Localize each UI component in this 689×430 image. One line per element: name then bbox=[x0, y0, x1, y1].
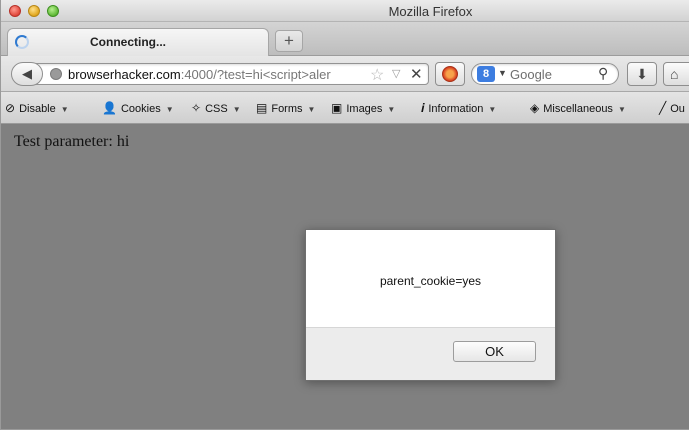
devbar-label: Forms bbox=[271, 103, 303, 115]
back-button[interactable]: ◀ bbox=[11, 62, 43, 86]
search-bar[interactable]: 8 ▼ Google ⚲ bbox=[471, 63, 619, 85]
information-icon: 𝒊 bbox=[421, 101, 425, 115]
devbar-outline[interactable]: ╱ Ou bbox=[659, 101, 685, 115]
tab-title: Connecting... bbox=[90, 35, 166, 49]
downloads-button[interactable]: ⬇ bbox=[627, 62, 657, 86]
dropdown-arrow-icon: ▼ bbox=[307, 105, 316, 114]
navigation-bar: browserhacker.com:4000/?test=hi<script>a… bbox=[1, 56, 689, 92]
dropdown-arrow-icon: ▼ bbox=[387, 105, 396, 114]
disable-icon: ⊘ bbox=[5, 101, 16, 115]
alert-dialog: parent_cookie=yes OK bbox=[305, 229, 556, 381]
devbar-forms[interactable]: ▤ Forms ▼ bbox=[256, 101, 315, 115]
devbar-cookies[interactable]: 👤 Cookies ▼ bbox=[102, 101, 174, 115]
dropdown-arrow-icon: ▼ bbox=[165, 105, 174, 114]
tab-strip: Connecting... + bbox=[1, 22, 689, 56]
devbar-images[interactable]: ▣ Images ▼ bbox=[331, 101, 395, 115]
devbar-label: CSS bbox=[205, 103, 228, 115]
browser-window: Mozilla Firefox Connecting... + browserh… bbox=[0, 0, 689, 430]
alert-message: parent_cookie=yes bbox=[379, 274, 482, 288]
devbar-information[interactable]: 𝒊 Information ▼ bbox=[421, 101, 496, 116]
devbar-label: Cookies bbox=[120, 103, 161, 115]
miscellaneous-icon: ◈ bbox=[530, 101, 540, 115]
window-title: Mozilla Firefox bbox=[388, 4, 473, 19]
tab-active[interactable]: Connecting... bbox=[7, 28, 269, 56]
alert-footer: OK bbox=[306, 327, 555, 380]
outline-icon: ╱ bbox=[659, 101, 667, 115]
site-identity-icon[interactable] bbox=[50, 68, 62, 80]
noscript-button[interactable] bbox=[435, 62, 465, 86]
url-text[interactable]: browserhacker.com:4000/?test=hi<script>a… bbox=[68, 67, 368, 82]
dropdown-arrow-icon: ▼ bbox=[488, 105, 497, 114]
devbar-disable[interactable]: ⊘ Disable ▼ bbox=[5, 101, 69, 115]
dropdown-arrow-icon: ▼ bbox=[617, 105, 626, 114]
devbar-label: Disable bbox=[19, 103, 56, 115]
css-icon: ✧ bbox=[191, 101, 202, 115]
web-developer-toolbar: ⊘ Disable ▼ 👤 Cookies ▼ ✧ CSS ▼ ▤ Forms ▼ ▣ Image… bbox=[1, 92, 689, 124]
stop-icon[interactable]: ✕ bbox=[410, 65, 423, 83]
devbar-label: Ou bbox=[670, 103, 685, 115]
search-icon[interactable]: ⚲ bbox=[598, 65, 608, 82]
devbar-css[interactable]: ✧ CSS ▼ bbox=[191, 101, 241, 115]
url-path: :4000/?test=hi<script>aler bbox=[180, 67, 331, 82]
url-host: browserhacker.com bbox=[68, 67, 181, 82]
search-placeholder[interactable]: Google bbox=[510, 67, 552, 82]
devbar-label: Images bbox=[346, 103, 383, 115]
url-history-dropdown-icon[interactable]: ▽ bbox=[392, 67, 400, 80]
ok-button[interactable]: OK bbox=[453, 341, 536, 362]
test-parameter-text: Test parameter: hi bbox=[14, 133, 130, 150]
images-icon: ▣ bbox=[331, 101, 343, 115]
new-tab-button[interactable]: + bbox=[275, 30, 303, 52]
google-engine-icon[interactable]: 8 bbox=[477, 66, 495, 82]
home-button[interactable]: ⌂ bbox=[663, 62, 689, 86]
devbar-miscellaneous[interactable]: ◈ Miscellaneous ▼ bbox=[530, 101, 626, 115]
dropdown-arrow-icon: ▼ bbox=[232, 105, 241, 114]
engine-dropdown-icon[interactable]: ▼ bbox=[498, 68, 507, 78]
devbar-label: Information bbox=[428, 103, 484, 115]
url-bar[interactable]: browserhacker.com:4000/?test=hi<script>a… bbox=[35, 63, 429, 85]
devbar-label: Miscellaneous bbox=[543, 103, 613, 115]
dropdown-arrow-icon: ▼ bbox=[60, 105, 69, 114]
noscript-icon bbox=[442, 66, 458, 82]
title-bar: Mozilla Firefox bbox=[1, 0, 689, 22]
forms-icon: ▤ bbox=[256, 101, 268, 115]
bookmark-star-icon[interactable]: ☆ bbox=[370, 65, 384, 85]
cookies-icon: 👤 bbox=[102, 101, 117, 115]
